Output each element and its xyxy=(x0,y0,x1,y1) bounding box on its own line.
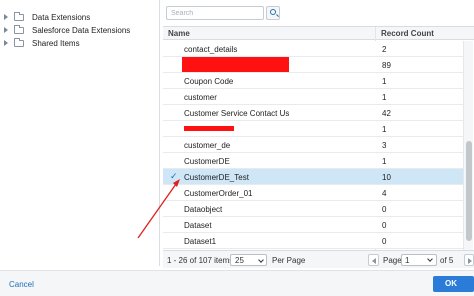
cell-record-count: 2 xyxy=(382,45,387,54)
cell-name: CustomerDE xyxy=(184,157,230,166)
column-header-name[interactable]: Name xyxy=(168,29,190,38)
table-row[interactable]: 1 xyxy=(163,121,463,137)
ok-button[interactable]: OK xyxy=(433,276,474,292)
cell-record-count: 1 xyxy=(382,93,387,102)
chevron-down-icon xyxy=(427,256,433,262)
table-row-selected[interactable]: ✓ CustomerDE_Test 10 xyxy=(163,169,463,185)
checkmark-icon: ✓ xyxy=(170,171,178,181)
cell-record-count: 1 xyxy=(382,157,387,166)
tree-item-salesforce-data-extensions[interactable]: Salesforce Data Extensions xyxy=(0,24,130,36)
page-number-dropdown[interactable] xyxy=(427,254,435,266)
page-label: Page xyxy=(383,256,402,265)
search-icon xyxy=(270,9,276,15)
search-button[interactable] xyxy=(266,6,280,20)
redacted-name xyxy=(182,57,289,72)
arrow-left-icon xyxy=(372,258,376,264)
cell-name: customer xyxy=(184,93,217,102)
paging-toolbar: 1 - 26 of 107 items 25 Per Page Page of … xyxy=(163,250,474,268)
table-row[interactable]: customer_de 3 xyxy=(163,137,463,153)
per-page-label: Per Page xyxy=(272,256,306,265)
cell-record-count: 89 xyxy=(382,61,391,70)
folder-icon xyxy=(14,24,24,34)
data-extension-picker: Data Extensions Salesforce Data Extensio… xyxy=(0,0,474,296)
scroll-thumb[interactable] xyxy=(466,141,472,241)
cell-record-count: 0 xyxy=(382,205,387,214)
cell-record-count: 1 xyxy=(382,77,387,86)
arrow-right-icon xyxy=(468,258,472,264)
table-row[interactable]: 89 xyxy=(163,57,463,73)
tree-item-shared-items[interactable]: Shared Items xyxy=(0,37,80,49)
cell-name: CustomerDE_Test xyxy=(184,173,249,182)
next-page-button[interactable] xyxy=(464,254,474,266)
tree-item-label: Shared Items xyxy=(32,38,80,48)
cell-record-count: 1 xyxy=(382,125,387,134)
expand-arrow-icon[interactable] xyxy=(4,14,8,20)
table-row[interactable]: Customer Service Contact Us 42 xyxy=(163,105,463,121)
previous-page-button[interactable] xyxy=(368,254,379,266)
cell-name: Customer Service Contact Us xyxy=(184,109,290,118)
cell-record-count: 0 xyxy=(382,221,387,230)
column-header-record-count[interactable]: Record Count xyxy=(381,29,434,38)
cell-record-count: 42 xyxy=(382,109,391,118)
search-input[interactable] xyxy=(166,6,264,20)
tree-item-label: Data Extensions xyxy=(32,12,91,22)
cell-name: CustomerOrder_01 xyxy=(184,189,253,198)
vertical-scrollbar[interactable] xyxy=(463,41,473,251)
item-range-text: 1 - 26 of 107 items xyxy=(167,256,234,265)
tree-item-label: Salesforce Data Extensions xyxy=(32,25,131,35)
table-row[interactable]: CustomerDE 1 xyxy=(163,153,463,169)
redacted-name xyxy=(184,126,234,131)
table-row[interactable]: Dataset 0 xyxy=(163,217,463,233)
page-size-select[interactable]: 25 xyxy=(230,254,267,266)
cell-name: Dataobject xyxy=(184,205,223,214)
data-extension-grid: Name Record Count contact_details 2 89 Coup… xyxy=(163,26,474,251)
expand-arrow-icon[interactable] xyxy=(4,40,8,46)
table-row[interactable]: CustomerOrder_01 4 xyxy=(163,185,463,201)
cell-record-count: 4 xyxy=(382,189,387,198)
folder-tree: Data Extensions Salesforce Data Extensio… xyxy=(0,0,160,266)
folder-icon xyxy=(14,11,24,21)
page-size-value: 25 xyxy=(235,256,244,265)
page-count-text: of 5 xyxy=(440,256,454,265)
cell-name: Dataset1 xyxy=(184,237,217,246)
table-row[interactable]: customer 1 xyxy=(163,89,463,105)
chevron-down-icon xyxy=(258,257,264,263)
cell-record-count: 10 xyxy=(382,173,391,182)
table-row[interactable]: Dataset1 0 xyxy=(163,233,463,249)
table-row[interactable]: Dataobject 0 xyxy=(163,201,463,217)
cell-record-count: 3 xyxy=(382,141,387,150)
expand-arrow-icon[interactable] xyxy=(4,27,8,33)
cell-name: Dataset xyxy=(184,221,212,230)
table-row[interactable]: Coupon Code 1 xyxy=(163,73,463,89)
cell-name: contact_details xyxy=(184,45,238,54)
folder-icon xyxy=(14,37,24,47)
cell-name: customer_de xyxy=(184,141,231,150)
cell-record-count: 0 xyxy=(382,237,387,246)
cell-name: Coupon Code xyxy=(184,77,234,86)
ok-button-label: OK xyxy=(445,279,457,288)
table-row[interactable]: contact_details 2 xyxy=(163,41,463,57)
grid-header: Name Record Count xyxy=(163,27,474,40)
dialog-footer: Cancel OK xyxy=(0,270,474,296)
tree-item-data-extensions[interactable]: Data Extensions xyxy=(0,11,90,23)
cancel-button[interactable]: Cancel xyxy=(9,280,34,289)
